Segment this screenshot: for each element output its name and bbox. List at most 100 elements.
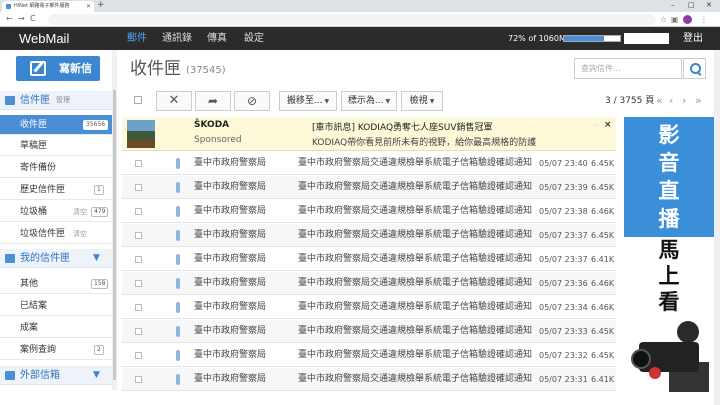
- page-scrollbar[interactable]: [714, 50, 720, 405]
- sidebar-item-drafts[interactable]: 草稿匣: [0, 136, 112, 156]
- table-row[interactable]: 臺中市政府警察局 臺中市政府警察局交通違規檢舉系統電子信箱驗證確認通知 05/0…: [122, 200, 616, 223]
- select-all-checkbox[interactable]: [134, 96, 142, 104]
- message-subject: 臺中市政府警察局交通違規檢舉系統電子信箱驗證確認通知: [298, 278, 532, 288]
- table-row[interactable]: 臺中市政府警察局 臺中市政府警察局交通違規檢舉系統電子信箱驗證確認通知 05/0…: [122, 368, 616, 391]
- message-size: 6.45K: [591, 327, 615, 336]
- webmail-logo[interactable]: WebMail: [19, 27, 69, 50]
- sidebar-item-history[interactable]: 歷史信件匣 1: [0, 180, 112, 200]
- table-row[interactable]: 臺中市政府警察局 臺中市政府警察局交通違規檢舉系統電子信箱驗證確認通知 05/0…: [122, 248, 616, 271]
- row-checkbox[interactable]: [135, 184, 142, 191]
- sidebar-item-label: 歷史信件匣: [20, 185, 66, 195]
- row-checkbox[interactable]: [135, 328, 142, 335]
- sidebar-item-sent[interactable]: 寄件備份: [0, 158, 112, 178]
- section-mailboxes[interactable]: 信件匣 管理: [0, 91, 112, 110]
- mark-as-dropdown[interactable]: 標示為... ▼: [341, 91, 397, 111]
- prev-page-icon[interactable]: ‹: [669, 91, 673, 111]
- forward-button[interactable]: →: [18, 13, 25, 25]
- sidebar-item-cases[interactable]: 成案: [0, 318, 112, 338]
- row-checkbox[interactable]: [135, 208, 142, 215]
- chevron-down-icon[interactable]: ▼: [93, 249, 100, 268]
- browser-tab[interactable]: HiNet 網路電子郵件服務 ✕: [2, 1, 94, 12]
- logout-link[interactable]: 登出: [683, 27, 703, 50]
- next-page-icon[interactable]: ›: [682, 91, 686, 111]
- page-title: 收件匣: [130, 59, 181, 79]
- message-subject: 臺中市政府警察局交通違規檢舉系統電子信箱驗證確認通知: [298, 182, 532, 192]
- person-icon: [677, 321, 699, 343]
- compose-button[interactable]: 寫新信: [16, 56, 100, 81]
- sidebar-item-trash[interactable]: 垃圾桶 清空 479: [0, 202, 112, 222]
- maximize-button[interactable]: □: [688, 0, 695, 11]
- sidebar-item-inbox[interactable]: 收件匣 35656: [0, 115, 112, 135]
- section-external[interactable]: 外部信箱 ▼: [0, 366, 112, 385]
- table-row[interactable]: 臺中市政府警察局 臺中市政府警察局交通違規檢舉系統電子信箱驗證確認通知 05/0…: [122, 296, 616, 319]
- banner-ad[interactable]: 影音直播 馬上看: [624, 117, 714, 392]
- sidebar-item-label: 垃圾桶: [20, 207, 48, 217]
- sponsored-row[interactable]: ŠKODA Sponsored [車市訊息] KODIAQ勇奪七人座SUV銷售冠…: [122, 117, 616, 151]
- nav-fax[interactable]: 傳真: [207, 27, 227, 50]
- compose-icon: [30, 61, 46, 76]
- last-page-icon[interactable]: »: [695, 91, 702, 111]
- tab-close-icon[interactable]: ✕: [86, 1, 91, 12]
- ad-choices-icon[interactable]: ⁘: [592, 121, 599, 130]
- table-row[interactable]: 臺中市政府警察局 臺中市政府警察局交通違規檢舉系統電子信箱驗證確認通知 05/0…: [122, 224, 616, 247]
- sidebar-item-other[interactable]: 其他 158: [0, 274, 112, 294]
- menu-icon[interactable]: ⋮: [700, 14, 708, 25]
- row-checkbox[interactable]: [135, 232, 142, 239]
- row-checkbox[interactable]: [135, 160, 142, 167]
- extension-icon[interactable]: ▣: [671, 14, 679, 25]
- sidebar-scrollbar-thumb[interactable]: [113, 90, 116, 380]
- nav-mail[interactable]: 郵件: [127, 27, 147, 50]
- move-to-label: 搬移至...: [286, 96, 323, 106]
- table-row[interactable]: 臺中市政府警察局 臺中市政府警察局交通違規檢舉系統電子信箱驗證確認通知 05/0…: [122, 176, 616, 199]
- profile-avatar[interactable]: [683, 15, 692, 24]
- nav-settings[interactable]: 設定: [244, 27, 264, 50]
- row-checkbox[interactable]: [135, 280, 142, 287]
- message-subject: 臺中市政府警察局交通違規檢舉系統電子信箱驗證確認通知: [298, 350, 532, 360]
- table-row[interactable]: 臺中市政府警察局 臺中市政府警察局交通違規檢舉系統電子信箱驗證確認通知 05/0…: [122, 344, 616, 367]
- back-button[interactable]: ←: [6, 13, 13, 25]
- read-status-icon: [176, 230, 180, 241]
- manage-link[interactable]: 管理: [56, 91, 70, 110]
- row-checkbox[interactable]: [135, 256, 142, 263]
- table-row[interactable]: 臺中市政府警察局 臺中市政府警察局交通違規檢舉系統電子信箱驗證確認通知 05/0…: [122, 272, 616, 295]
- forward-button[interactable]: ➦: [195, 91, 231, 111]
- app-header: WebMail 郵件 通訊錄 傳真 設定 72% of 1060M 登出: [0, 27, 720, 50]
- new-tab-button[interactable]: +: [97, 0, 105, 11]
- address-bar[interactable]: [48, 14, 656, 25]
- sidebar-item-spam[interactable]: 垃圾信件匣 清空: [0, 224, 112, 244]
- window-close-button[interactable]: ✕: [706, 0, 712, 11]
- row-checkbox[interactable]: [135, 352, 142, 359]
- chevron-down-icon[interactable]: ▼: [93, 366, 100, 385]
- table-row[interactable]: 臺中市政府警察局 臺中市政府警察局交通違規檢舉系統電子信箱驗證確認通知 05/0…: [122, 152, 616, 175]
- row-checkbox[interactable]: [135, 304, 142, 311]
- sidebar-item-closed[interactable]: 已結案: [0, 296, 112, 316]
- sidebar-item-case-lookup[interactable]: 案例查詢 2: [0, 340, 112, 360]
- row-checkbox[interactable]: [135, 376, 142, 383]
- read-status-icon: [176, 182, 180, 193]
- nav-contacts[interactable]: 通訊錄: [162, 27, 192, 50]
- reload-button[interactable]: C: [30, 13, 36, 25]
- view-dropdown[interactable]: 檢視 ▼: [401, 91, 443, 111]
- delete-button[interactable]: ✕: [156, 91, 192, 111]
- minimize-button[interactable]: –: [671, 0, 675, 11]
- empty-spam-link[interactable]: 清空: [73, 224, 87, 244]
- first-page-icon[interactable]: «: [656, 91, 663, 111]
- move-to-dropdown[interactable]: 搬移至... ▼: [279, 91, 337, 111]
- sidebar-item-label: 其他: [20, 279, 39, 289]
- search-icon[interactable]: [683, 58, 706, 79]
- table-row[interactable]: 臺中市政府警察局 臺中市政府警察局交通違規檢舉系統電子信箱驗證確認通知 05/0…: [122, 320, 616, 343]
- search-input[interactable]: 查詢信件...: [574, 58, 682, 79]
- header-search-input[interactable]: [624, 33, 669, 44]
- message-date: 05/07 23:36: [539, 279, 588, 288]
- message-size: 6.41K: [591, 375, 615, 384]
- ad-close-icon[interactable]: ×: [604, 120, 612, 130]
- unread-badge: 35656: [83, 120, 109, 130]
- message-date: 05/07 23:38: [539, 207, 588, 216]
- block-button[interactable]: ⊘: [234, 91, 270, 111]
- star-icon[interactable]: ☆: [660, 14, 667, 25]
- section-my-folders[interactable]: 我的信件匣 ▼: [0, 249, 112, 268]
- browser-toolbar: ← → C ☆ ▣ ⋮: [0, 12, 720, 27]
- message-date: 05/07 23:31: [539, 375, 588, 384]
- message-size: 6.45K: [591, 183, 615, 192]
- empty-trash-link[interactable]: 清空: [73, 202, 87, 222]
